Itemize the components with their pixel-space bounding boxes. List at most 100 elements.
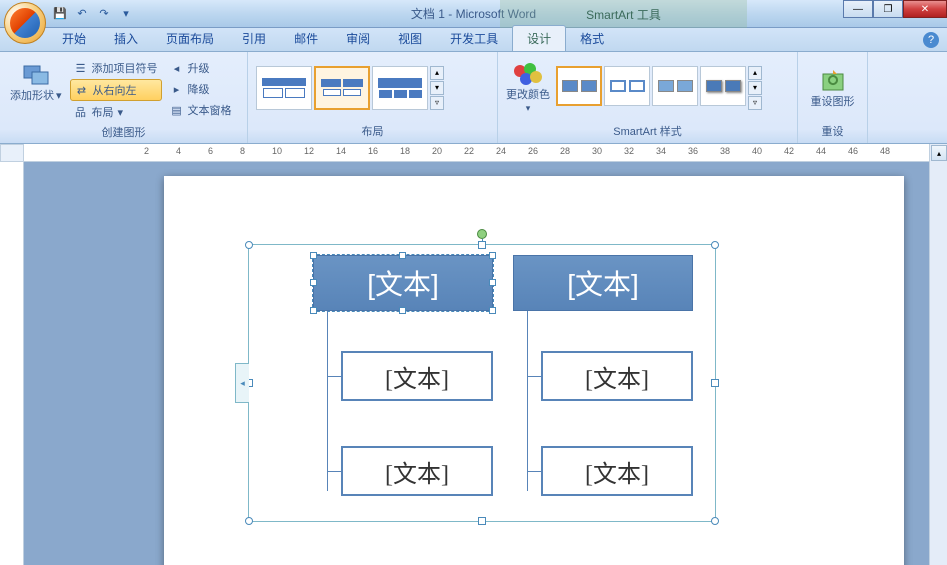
style-option-4[interactable] [700,66,746,106]
connector-line [527,471,541,472]
add-shape-label: 添加形状 [10,90,54,103]
qat-more-icon[interactable]: ▾ [116,4,136,24]
layout-gallery-scroll: ▴ ▾ ▿ [430,66,444,110]
resize-handle-n[interactable] [478,241,486,249]
resize-handle-s[interactable] [478,517,486,525]
smartart-node-child-2b[interactable]: [文本] [541,446,693,496]
layout-option-3[interactable] [372,66,428,110]
gallery-more-button[interactable]: ▿ [430,96,444,110]
gallery-down-button[interactable]: ▾ [430,81,444,95]
tab-view[interactable]: 视图 [384,26,436,51]
demote-icon: ▸ [170,82,184,96]
bullet-icon: ☰ [74,61,88,75]
document-area: ◂ [文本] [文本] [文本] [24,162,929,565]
style-option-1[interactable] [556,66,602,106]
layout-icon: 品 [74,105,88,119]
text-pane-toggle[interactable]: ◂ [235,363,249,403]
tab-design[interactable]: 设计 [512,25,566,51]
rtl-button[interactable]: ⇄从右向左 [70,79,162,101]
layout-gallery: ▴ ▾ ▿ [254,62,446,114]
demote-button[interactable]: ▸降级 [166,79,236,99]
style-gallery: ▴ ▾ ▿ [556,66,762,110]
text-pane-icon: ▤ [170,103,184,117]
group-label-layouts: 布局 [254,121,491,141]
resize-handle-e[interactable] [711,379,719,387]
add-shape-icon [22,60,50,88]
tab-insert[interactable]: 插入 [100,26,152,51]
style-gallery-up-button[interactable]: ▴ [748,66,762,80]
ribbon: 添加形状▾ ☰添加项目符号 ⇄从右向左 品布局 ▾ ◂升级 ▸降级 ▤文本窗格 … [0,52,947,144]
vertical-scrollbar[interactable]: ▴ [929,144,947,565]
connector-line [527,376,541,377]
horizontal-ruler[interactable]: 2468101214161820222426283032343638404244… [24,144,947,162]
connector-line [327,471,341,472]
promote-icon: ◂ [170,61,184,75]
style-option-3[interactable] [652,66,698,106]
group-label-reset: 重设 [804,121,861,141]
group-reset: 重设图形 重设 [798,52,868,143]
text-pane-button[interactable]: ▤文本窗格 [166,100,236,120]
reset-graphic-button[interactable]: 重设图形 [807,64,859,111]
style-gallery-more-button[interactable]: ▿ [748,96,762,110]
tab-review[interactable]: 审阅 [332,26,384,51]
help-button[interactable]: ? [923,32,939,48]
title-bar: 💾 ↶ ↷ ▾ 文档 1 - Microsoft Word SmartArt 工… [0,0,947,28]
ribbon-tabs: 开始 插入 页面布局 引用 邮件 审阅 视图 开发工具 设计 格式 ? [0,28,947,52]
tab-format[interactable]: 格式 [566,26,618,51]
dropdown-icon: ▾ [118,106,124,119]
group-create-graphic: 添加形状▾ ☰添加项目符号 ⇄从右向左 品布局 ▾ ◂升级 ▸降级 ▤文本窗格 … [0,52,248,143]
smartart-node-child-1a[interactable]: [文本] [341,351,493,401]
tab-references[interactable]: 引用 [228,26,280,51]
ruler-corner [0,144,24,162]
scroll-up-button[interactable]: ▴ [931,145,947,161]
resize-handle-se[interactable] [711,517,719,525]
group-label-styles: SmartArt 样式 [504,121,791,141]
layout-option-1[interactable] [256,66,312,110]
smartart-node-child-1b[interactable]: [文本] [341,446,493,496]
minimize-button[interactable]: — [843,0,873,18]
resize-handle-sw[interactable] [245,517,253,525]
tab-home[interactable]: 开始 [48,26,100,51]
maximize-button[interactable]: ❐ [873,0,903,18]
dropdown-icon: ▾ [526,103,531,114]
tab-page-layout[interactable]: 页面布局 [152,26,228,51]
qat-undo-icon[interactable]: ↶ [72,4,92,24]
group-smartart-styles: 更改颜色 ▾ ▴ ▾ ▿ SmartArt 样式 [498,52,798,143]
style-option-2[interactable] [604,66,650,106]
connector-line [327,376,341,377]
add-bullet-button[interactable]: ☰添加项目符号 [70,58,162,78]
smartart-frame[interactable]: ◂ [文本] [文本] [文本] [248,244,716,522]
reset-icon [819,66,847,94]
connector-line [327,311,328,491]
style-gallery-down-button[interactable]: ▾ [748,81,762,95]
rtl-icon: ⇄ [75,83,89,97]
resize-handle-nw[interactable] [245,241,253,249]
promote-button[interactable]: ◂升级 [166,58,236,78]
group-layouts: ▴ ▾ ▿ 布局 [248,52,498,143]
tab-developer[interactable]: 开发工具 [436,26,512,51]
layout-dropdown-button[interactable]: 品布局 ▾ [70,102,162,122]
quick-access-toolbar: 💾 ↶ ↷ ▾ [50,4,136,24]
layout-option-2[interactable] [314,66,370,110]
gallery-up-button[interactable]: ▴ [430,66,444,80]
qat-save-icon[interactable]: 💾 [50,4,70,24]
vertical-ruler[interactable] [0,162,24,565]
add-shape-button[interactable]: 添加形状▾ [6,58,66,105]
contextual-tab-label: SmartArt 工具 [500,0,747,28]
office-button[interactable] [4,2,46,44]
window-controls: — ❐ ✕ [843,0,947,18]
connector-line [527,311,528,491]
group-label-create: 创建图形 [6,122,241,142]
change-colors-button[interactable]: 更改颜色 ▾ [504,59,552,115]
rotation-handle[interactable] [477,229,487,239]
smartart-content: [文本] [文本] [文本] [文本] [255,251,709,515]
page[interactable]: ◂ [文本] [文本] [文本] [164,176,904,565]
resize-handle-ne[interactable] [711,241,719,249]
smartart-node-parent-2[interactable]: [文本] [513,255,693,311]
smartart-node-parent-1[interactable]: [文本] [313,255,493,311]
tab-mailings[interactable]: 邮件 [280,26,332,51]
qat-redo-icon[interactable]: ↷ [94,4,114,24]
close-button[interactable]: ✕ [903,0,947,18]
smartart-node-child-2a[interactable]: [文本] [541,351,693,401]
change-colors-icon [512,61,544,89]
